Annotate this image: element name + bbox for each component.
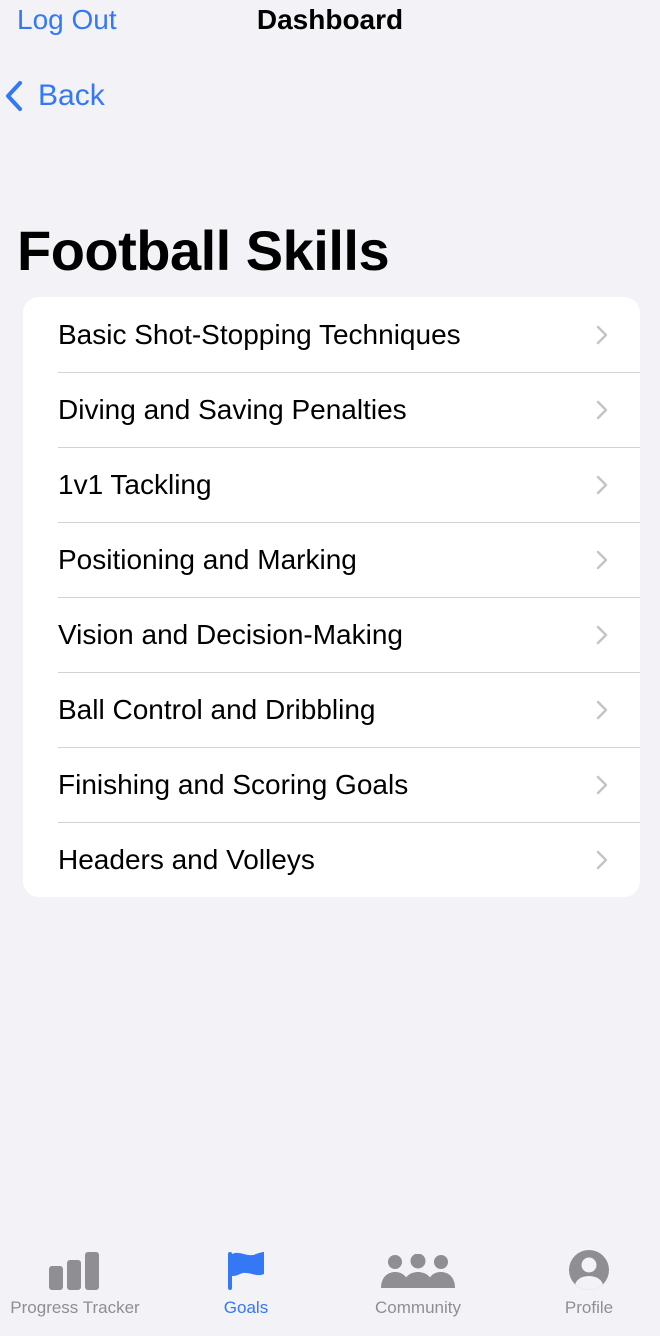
tab-goals[interactable]: Goals xyxy=(206,1246,286,1326)
flag-icon xyxy=(228,1252,264,1290)
tab-community[interactable]: Community xyxy=(362,1246,474,1326)
list-item-label: Diving and Saving Penalties xyxy=(58,393,407,425)
page-title: Football Skills xyxy=(17,219,390,282)
list-item-label: 1v1 Tackling xyxy=(58,468,212,500)
list-item-label: Finishing and Scoring Goals xyxy=(58,768,409,800)
chevron-right-icon xyxy=(596,325,608,344)
people-icon xyxy=(381,1254,455,1288)
tab-progress-tracker[interactable]: Progress Tracker xyxy=(0,1246,150,1326)
chevron-right-icon xyxy=(596,700,608,719)
list-item-label: Ball Control and Dribbling xyxy=(58,693,376,725)
list-item[interactable]: Headers and Volleys xyxy=(23,822,640,897)
list-item-label: Positioning and Marking xyxy=(58,543,357,575)
skills-list: Basic Shot-Stopping Techniques Diving an… xyxy=(23,297,640,897)
list-item[interactable]: 1v1 Tackling xyxy=(23,447,640,522)
chevron-left-icon xyxy=(6,81,22,111)
chevron-right-icon xyxy=(596,850,608,869)
list-item[interactable]: Vision and Decision-Making xyxy=(23,597,640,672)
bar-chart-icon xyxy=(49,1252,99,1290)
list-item[interactable]: Finishing and Scoring Goals xyxy=(23,747,640,822)
tab-label: Progress Tracker xyxy=(10,1298,140,1317)
chevron-right-icon xyxy=(596,400,608,419)
nav-title: Dashboard xyxy=(256,4,404,35)
list-item-label: Vision and Decision-Making xyxy=(58,618,403,650)
tab-label: Community xyxy=(375,1298,461,1317)
chevron-right-icon xyxy=(596,775,608,794)
back-label: Back xyxy=(38,79,105,112)
list-item-label: Basic Shot-Stopping Techniques xyxy=(58,318,461,350)
list-item[interactable]: Basic Shot-Stopping Techniques xyxy=(23,297,640,372)
tab-label: Profile xyxy=(564,1298,614,1317)
navigation-bar: Log Out Dashboard xyxy=(0,0,660,44)
list-item-label: Headers and Volleys xyxy=(58,843,315,875)
back-button[interactable]: Back xyxy=(4,76,105,116)
chevron-right-icon xyxy=(596,550,608,569)
chevron-right-icon xyxy=(596,625,608,644)
list-item[interactable]: Diving and Saving Penalties xyxy=(23,372,640,447)
chevron-right-icon xyxy=(596,475,608,494)
list-item[interactable]: Ball Control and Dribbling xyxy=(23,672,640,747)
person-circle-icon xyxy=(569,1250,609,1290)
tab-profile[interactable]: Profile xyxy=(554,1246,624,1326)
tab-label: Goals xyxy=(223,1298,269,1317)
list-item[interactable]: Positioning and Marking xyxy=(23,522,640,597)
tab-bar: Progress Tracker Goals Community Profile xyxy=(0,1236,660,1336)
